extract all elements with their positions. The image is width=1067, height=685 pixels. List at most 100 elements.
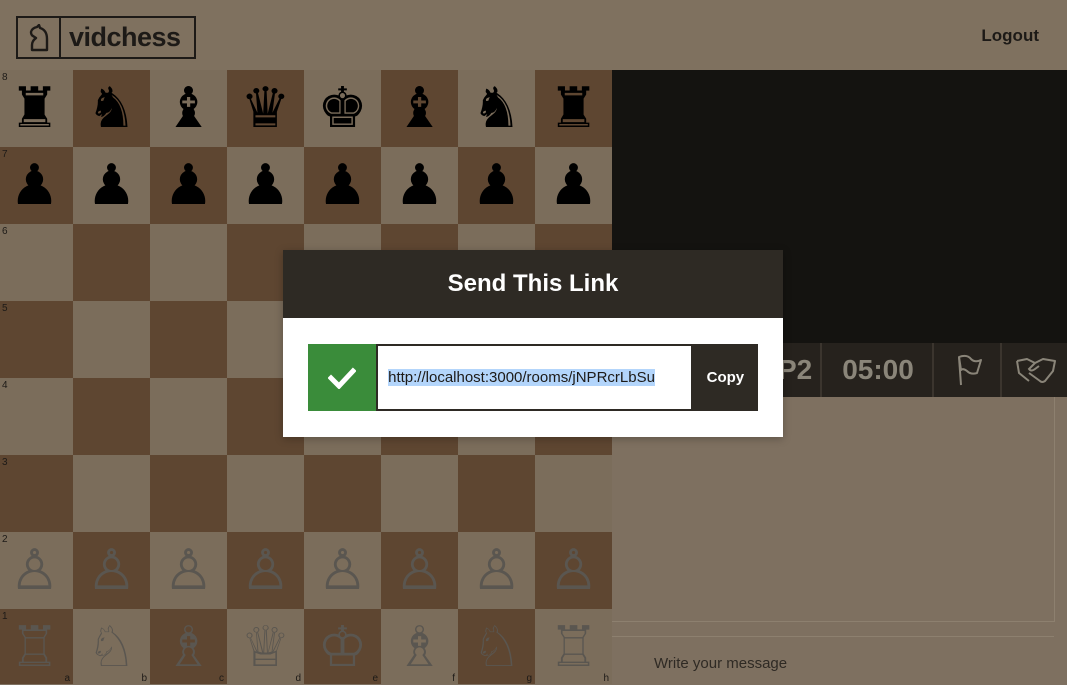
square-c3[interactable]: [150, 455, 227, 532]
handshake-icon: [1015, 358, 1056, 383]
white-piece[interactable]: ♖: [535, 609, 612, 684]
white-pawn[interactable]: ♙: [304, 532, 381, 609]
square-g1[interactable]: g ♘: [458, 609, 535, 684]
square-a4[interactable]: 4: [0, 378, 73, 455]
square-a5[interactable]: 5: [0, 301, 73, 378]
square-c5[interactable]: [150, 301, 227, 378]
white-piece[interactable]: ♗: [381, 609, 458, 684]
square-g8[interactable]: ♞: [458, 70, 535, 147]
black-pawn[interactable]: ♟: [227, 147, 304, 224]
player-label: P2: [778, 354, 813, 385]
square-a8[interactable]: 8 ♜: [0, 70, 73, 147]
rank-label: 3: [2, 457, 8, 468]
square-g7[interactable]: ♟: [458, 147, 535, 224]
square-f1[interactable]: f ♗: [381, 609, 458, 684]
square-b5[interactable]: [73, 301, 150, 378]
square-b8[interactable]: ♞: [73, 70, 150, 147]
black-pawn[interactable]: ♟: [0, 147, 73, 224]
black-pawn[interactable]: ♟: [381, 147, 458, 224]
black-piece[interactable]: ♞: [458, 70, 535, 147]
square-c1[interactable]: c ♗: [150, 609, 227, 684]
square-e3[interactable]: [304, 455, 381, 532]
square-c7[interactable]: ♟: [150, 147, 227, 224]
logo-text: vidchess: [69, 22, 181, 52]
check-icon: [328, 366, 357, 389]
square-d8[interactable]: ♛: [227, 70, 304, 147]
square-h2[interactable]: ♙: [535, 532, 612, 609]
square-g3[interactable]: [458, 455, 535, 532]
square-f2[interactable]: ♙: [381, 532, 458, 609]
white-piece[interactable]: ♗: [150, 609, 227, 684]
modal-title: Send This Link: [283, 250, 783, 318]
black-piece[interactable]: ♜: [535, 70, 612, 147]
black-pawn[interactable]: ♟: [458, 147, 535, 224]
square-e7[interactable]: ♟: [304, 147, 381, 224]
square-e1[interactable]: e ♔: [304, 609, 381, 684]
square-h8[interactable]: ♜: [535, 70, 612, 147]
square-f7[interactable]: ♟: [381, 147, 458, 224]
chat-input-bar: [612, 636, 1054, 685]
black-piece[interactable]: ♜: [0, 70, 73, 147]
black-piece[interactable]: ♚: [304, 70, 381, 147]
black-pawn[interactable]: ♟: [73, 147, 150, 224]
link-row: http://localhost:3000/rooms/jNPRcrLbSu C…: [308, 344, 758, 411]
white-pawn[interactable]: ♙: [150, 532, 227, 609]
white-pawn[interactable]: ♙: [381, 532, 458, 609]
black-pawn[interactable]: ♟: [150, 147, 227, 224]
square-c8[interactable]: ♝: [150, 70, 227, 147]
white-piece[interactable]: ♖: [0, 609, 73, 684]
flag-icon: [957, 354, 982, 386]
black-piece[interactable]: ♛: [227, 70, 304, 147]
white-piece[interactable]: ♘: [458, 609, 535, 684]
square-b1[interactable]: b ♘: [73, 609, 150, 684]
square-g2[interactable]: ♙: [458, 532, 535, 609]
square-c4[interactable]: [150, 378, 227, 455]
white-piece[interactable]: ♘: [73, 609, 150, 684]
black-piece[interactable]: ♝: [150, 70, 227, 147]
rank-label: 5: [2, 303, 8, 314]
square-h3[interactable]: [535, 455, 612, 532]
square-e8[interactable]: ♚: [304, 70, 381, 147]
offer-draw-button[interactable]: [1000, 343, 1067, 397]
white-piece[interactable]: ♔: [304, 609, 381, 684]
square-a7[interactable]: 7 ♟: [0, 147, 73, 224]
square-a6[interactable]: 6: [0, 224, 73, 301]
square-e2[interactable]: ♙: [304, 532, 381, 609]
white-piece[interactable]: ♕: [227, 609, 304, 684]
square-h7[interactable]: ♟: [535, 147, 612, 224]
square-b7[interactable]: ♟: [73, 147, 150, 224]
logout-button[interactable]: Logout: [981, 26, 1039, 46]
square-b6[interactable]: [73, 224, 150, 301]
square-f3[interactable]: [381, 455, 458, 532]
square-d7[interactable]: ♟: [227, 147, 304, 224]
room-url-field[interactable]: http://localhost:3000/rooms/jNPRcrLbSu: [376, 344, 693, 411]
white-pawn[interactable]: ♙: [227, 532, 304, 609]
white-pawn[interactable]: ♙: [535, 532, 612, 609]
square-h1[interactable]: h ♖: [535, 609, 612, 684]
room-url-text[interactable]: http://localhost:3000/rooms/jNPRcrLbSu: [388, 369, 655, 386]
logo[interactable]: vidchess: [16, 16, 196, 59]
header: vidchess Logout: [0, 0, 1067, 70]
white-pawn[interactable]: ♙: [0, 532, 73, 609]
square-d1[interactable]: d ♕: [227, 609, 304, 684]
copy-button[interactable]: Copy: [692, 344, 758, 411]
resign-button[interactable]: [932, 343, 1001, 397]
square-b2[interactable]: ♙: [73, 532, 150, 609]
square-a3[interactable]: 3: [0, 455, 73, 532]
square-c6[interactable]: [150, 224, 227, 301]
square-d2[interactable]: ♙: [227, 532, 304, 609]
square-a2[interactable]: 2 ♙: [0, 532, 73, 609]
black-pawn[interactable]: ♟: [304, 147, 381, 224]
black-piece[interactable]: ♝: [381, 70, 458, 147]
square-b3[interactable]: [73, 455, 150, 532]
square-f8[interactable]: ♝: [381, 70, 458, 147]
black-piece[interactable]: ♞: [73, 70, 150, 147]
black-pawn[interactable]: ♟: [535, 147, 612, 224]
square-d3[interactable]: [227, 455, 304, 532]
white-pawn[interactable]: ♙: [458, 532, 535, 609]
white-pawn[interactable]: ♙: [73, 532, 150, 609]
square-a1[interactable]: 1 a ♖: [0, 609, 73, 684]
square-b4[interactable]: [73, 378, 150, 455]
square-c2[interactable]: ♙: [150, 532, 227, 609]
chat-message-input[interactable]: [652, 649, 1036, 677]
